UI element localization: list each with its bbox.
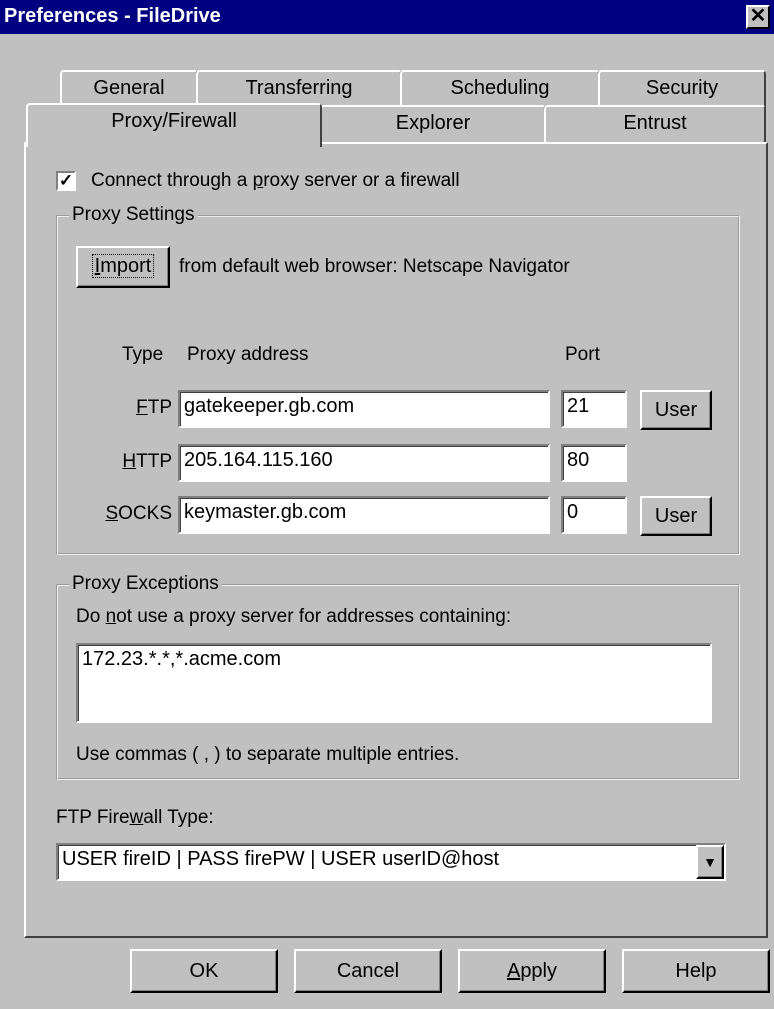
tab-entrust[interactable]: Entrust [544,105,766,143]
tab-scheduling[interactable]: Scheduling [400,70,600,108]
tab-transferring-label: Transferring [245,77,353,99]
tab-scheduling-label: Scheduling [450,77,550,99]
col-address-header: Proxy address [187,344,309,365]
proxy-enable-checkbox[interactable]: ✓ [56,171,76,191]
tab-explorer[interactable]: Explorer [320,105,546,143]
tab-general-label: General [93,77,165,99]
tab-entrust-label: Entrust [623,112,687,134]
socks-proxy-address-input[interactable]: keymaster.gb.com [178,496,550,534]
socks-type-label: SOCKS [105,503,172,524]
firewall-type-select[interactable]: USER fireID | PASS firePW | USER userID@… [56,843,726,881]
proxy-enable-label: Connect through a proxy server or a fire… [91,170,460,191]
exceptions-textarea[interactable]: 172.23.*.*,*.acme.com [76,643,712,723]
tab-proxy-firewall[interactable]: Proxy/Firewall [26,103,322,147]
tab-security-label: Security [645,77,719,99]
tab-proxy-firewall-label: Proxy/Firewall [111,110,237,132]
window-title: Preferences - FileDrive [4,5,221,27]
import-button[interactable]: Import [76,246,170,288]
proxy-exceptions-legend: Proxy Exceptions [69,573,222,595]
tab-security[interactable]: Security [598,70,766,108]
proxy-settings-legend: Proxy Settings [69,204,198,226]
http-proxy-address-input[interactable]: 205.164.115.160 [178,444,550,482]
help-button[interactable]: Help [622,949,770,993]
col-type-header: Type [122,344,164,365]
chevron-down-icon[interactable]: ▼ [696,845,724,879]
ftp-proxy-address-input[interactable]: gatekeeper.gb.com [178,390,550,428]
socks-user-button[interactable]: User [640,496,712,536]
close-icon: ✕ [749,5,767,27]
ftp-port-input[interactable]: 21 [561,390,627,428]
col-port-header: Port [565,344,600,365]
socks-port-input[interactable]: 0 [561,496,627,534]
cancel-button[interactable]: Cancel [294,949,442,993]
exceptions-hint: Use commas ( , ) to separate multiple en… [76,744,460,765]
ok-button[interactable]: OK [130,949,278,993]
close-button[interactable]: ✕ [746,5,770,29]
ftp-type-label: FTP [136,397,172,418]
ftp-user-button[interactable]: User [640,390,712,430]
http-type-label: HTTP [122,451,172,472]
import-description: from default web browser: Netscape Navig… [179,256,570,277]
tab-explorer-label: Explorer [395,112,471,134]
http-port-input[interactable]: 80 [561,444,627,482]
apply-button[interactable]: Apply [458,949,606,993]
title-bar: Preferences - FileDrive ✕ [0,0,774,34]
checkmark-icon: ✓ [58,171,74,190]
exceptions-description: Do not use a proxy server for addresses … [76,606,512,627]
firewall-type-label: FTP Firewall Type: [56,807,214,828]
